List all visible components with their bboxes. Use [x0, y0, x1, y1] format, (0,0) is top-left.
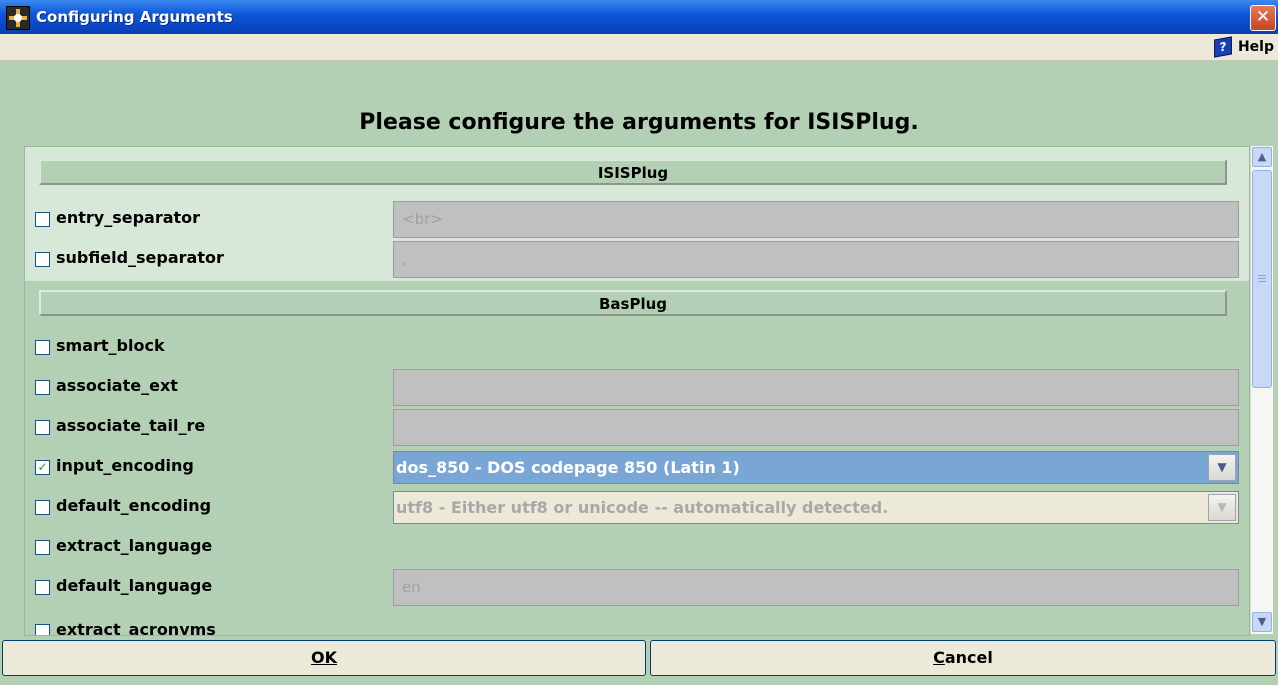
subfield-separator-field[interactable]: ,	[393, 241, 1239, 278]
arg-row-associate-ext: associate_ext	[25, 367, 1249, 407]
arg-row-subfield-separator: subfield_separator ,	[25, 239, 1249, 279]
select-value: dos_850 - DOS codepage 850 (Latin 1)	[396, 458, 740, 477]
section-header-isisplug[interactable]: ISISPlug	[39, 159, 1227, 185]
scrollbar-thumb[interactable]	[1252, 170, 1272, 388]
arg-label: extract_language	[56, 536, 213, 555]
cancel-label: Cancel	[933, 648, 993, 667]
help-menu[interactable]: ? Help	[1213, 36, 1274, 58]
scroll-down-icon[interactable]: ▼	[1252, 612, 1272, 632]
help-book-icon: ?	[1213, 36, 1232, 58]
arg-row-default-language: default_language en	[25, 567, 1249, 607]
arg-row-extract-acronyms: extract_acronyms	[25, 611, 1249, 636]
arg-label: default_encoding	[56, 496, 212, 515]
help-label: Help	[1237, 39, 1274, 55]
input-encoding-select[interactable]: dos_850 - DOS codepage 850 (Latin 1) ▼	[393, 451, 1239, 484]
arg-label: associate_ext	[56, 376, 178, 395]
close-button[interactable]: ✕	[1250, 5, 1276, 31]
select-value: utf8 - Either utf8 or unicode -- automat…	[396, 498, 889, 517]
scroll-up-icon[interactable]: ▲	[1252, 147, 1272, 167]
arg-label: smart_block	[56, 336, 165, 355]
arg-row-default-encoding: default_encoding utf8 - Either utf8 or u…	[25, 487, 1249, 527]
arguments-panel: ISISPlug entry_separator <br> subfield_s…	[24, 146, 1250, 636]
entry-separator-checkbox[interactable]	[35, 212, 50, 227]
vertical-scrollbar[interactable]: ▲ ▼	[1250, 146, 1273, 634]
default-encoding-checkbox[interactable]	[35, 500, 50, 515]
arg-label: input_encoding	[56, 456, 194, 475]
arg-row-entry-separator: entry_separator <br>	[25, 199, 1249, 239]
subfield-separator-checkbox[interactable]	[35, 252, 50, 267]
associate-ext-checkbox[interactable]	[35, 380, 50, 395]
ok-button[interactable]: OK	[2, 640, 646, 676]
arg-label: default_language	[56, 576, 213, 595]
smart-block-checkbox[interactable]	[35, 340, 50, 355]
entry-separator-field[interactable]: <br>	[393, 201, 1239, 238]
arg-row-extract-language: extract_language	[25, 527, 1249, 567]
window-titlebar: Configuring Arguments ✕	[0, 0, 1278, 34]
arg-row-smart-block: smart_block	[25, 327, 1249, 367]
window-title: Configuring Arguments	[36, 8, 233, 26]
arg-label: extract_acronyms	[56, 620, 216, 636]
menubar: ? Help	[0, 34, 1278, 61]
chevron-down-icon[interactable]: ▼	[1208, 454, 1236, 481]
default-language-checkbox[interactable]	[35, 580, 50, 595]
arg-label: associate_tail_re	[56, 416, 206, 435]
chevron-down-icon[interactable]: ▼	[1208, 494, 1236, 521]
ok-label: OK	[311, 648, 337, 667]
section-header-basplug[interactable]: BasPlug	[39, 290, 1227, 316]
extract-acronyms-checkbox[interactable]	[35, 624, 50, 635]
arg-label: subfield_separator	[56, 248, 224, 267]
associate-ext-field[interactable]	[393, 369, 1239, 406]
associate-tail-re-field[interactable]	[393, 409, 1239, 446]
arg-row-input-encoding: ✓ input_encoding dos_850 - DOS codepage …	[25, 447, 1249, 487]
page-title: Please configure the arguments for ISISP…	[359, 110, 919, 135]
extract-language-checkbox[interactable]	[35, 540, 50, 555]
arg-row-associate-tail-re: associate_tail_re	[25, 407, 1249, 447]
app-icon	[6, 6, 30, 30]
default-encoding-select[interactable]: utf8 - Either utf8 or unicode -- automat…	[393, 491, 1239, 524]
arg-label: entry_separator	[56, 208, 201, 227]
input-encoding-checkbox[interactable]: ✓	[35, 460, 50, 475]
associate-tail-re-checkbox[interactable]	[35, 420, 50, 435]
default-language-field[interactable]: en	[393, 569, 1239, 606]
cancel-button[interactable]: Cancel	[650, 640, 1276, 676]
